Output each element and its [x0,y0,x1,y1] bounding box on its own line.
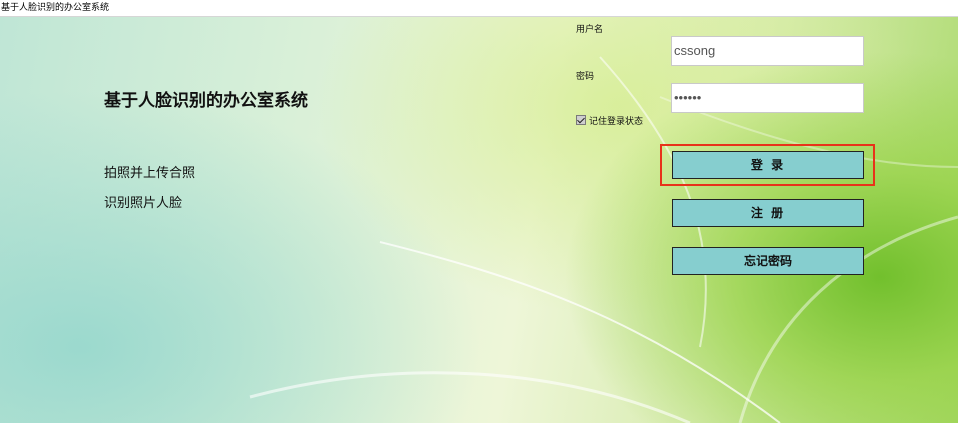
recognize-faces-link[interactable]: 识别照片人脸 [104,192,182,211]
username-label: 用户名 [576,25,604,35]
password-label: 密码 [576,72,595,82]
username-field[interactable]: cssong [671,36,864,66]
register-button[interactable]: 注 册 [672,199,864,227]
page-title: 基于人脸识别的办公室系统 [104,91,308,111]
forgot-password-button[interactable]: 忘记密码 [672,247,864,275]
remember-me[interactable]: 记住登录状态 [576,113,643,127]
remember-label: 记住登录状态 [589,116,644,127]
remember-checkbox[interactable] [576,115,586,125]
login-page: 基于人脸识别的办公室系统 拍照并上传合照 识别照片人脸 用户名 cssong 密… [0,17,958,423]
app-window: 基于人脸识别的办公室系统 基于人脸识别的办公室系统 拍照并上传合照 识别照片人脸… [0,0,958,423]
password-field[interactable]: •••••• [671,83,864,113]
window-title: 基于人脸识别的办公室系统 [0,0,958,17]
login-button[interactable]: 登 录 [672,151,864,179]
upload-group-photo-link[interactable]: 拍照并上传合照 [104,162,195,181]
